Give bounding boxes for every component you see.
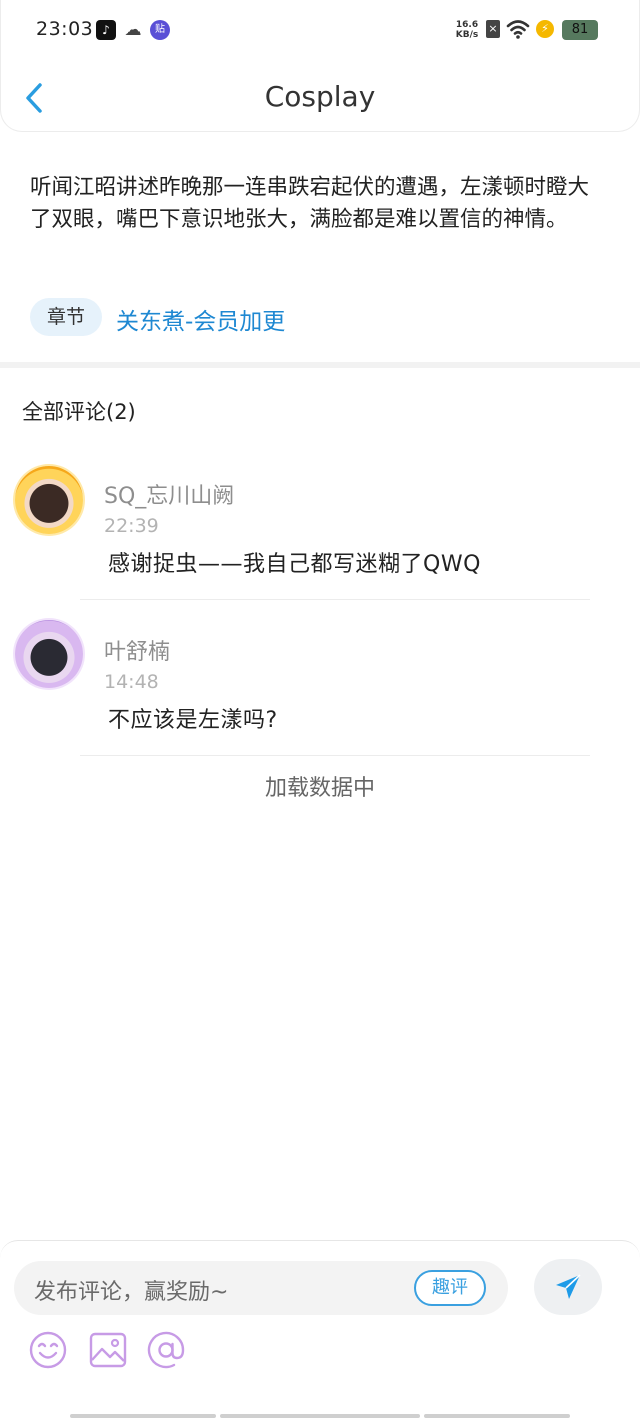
loading-text: 加载数据中 — [264, 776, 375, 801]
status-time: 23:03 — [36, 18, 94, 40]
net-speed-unit: KB/s — [455, 30, 479, 40]
nav-indicator — [70, 1414, 216, 1418]
comment-username[interactable]: SQ_忘川山阙 — [104, 478, 234, 510]
sim-icon: × — [486, 20, 500, 38]
comment-input-placeholder[interactable]: 发布评论，赢奖励~ — [34, 1274, 228, 1306]
battery-icon: 81 — [562, 20, 598, 40]
wifi-icon — [506, 20, 530, 39]
comment-text: 感谢捉虫——我自己都写迷糊了QWQ — [108, 552, 481, 577]
tieba-icon: 贴 — [150, 20, 170, 40]
send-button[interactable] — [534, 1259, 602, 1315]
chapter-tag: 章节 — [30, 298, 102, 336]
image-icon[interactable] — [88, 1330, 128, 1370]
nav-indicator — [220, 1414, 420, 1418]
charging-icon: ⚡ — [536, 20, 554, 38]
comment-item[interactable]: SQ_忘川山阙 22:39 感谢捉虫——我自己都写迷糊了QWQ — [0, 458, 640, 608]
comment-time: 14:48 — [104, 671, 159, 693]
comment-username[interactable]: 叶舒楠 — [104, 634, 170, 666]
send-icon — [556, 1274, 581, 1299]
chapter-link[interactable]: 关东煮-会员加更 — [116, 302, 285, 336]
comment-time: 22:39 — [104, 515, 159, 537]
status-bar: 23:03 ♪ ☁ 贴 16.6 KB/s × ⚡ 81 — [0, 0, 640, 60]
comments-heading: 全部评论(2) — [22, 400, 136, 424]
quping-button[interactable]: 趣评 — [414, 1270, 486, 1306]
nav-indicator — [424, 1414, 570, 1418]
emoji-icon[interactable] — [28, 1330, 68, 1370]
mention-icon[interactable] — [146, 1330, 186, 1370]
avatar[interactable] — [15, 466, 83, 534]
wechat-icon: ☁ — [124, 20, 142, 40]
comment-text: 不应该是左漾吗? — [108, 708, 278, 733]
row-divider — [80, 755, 590, 756]
row-divider — [80, 599, 590, 600]
net-speed-value: 16.6 — [455, 20, 479, 30]
page-title: Cosplay — [264, 80, 376, 113]
comment-item[interactable]: 叶舒楠 14:48 不应该是左漾吗? — [0, 614, 640, 764]
comment-page: 23:03 ♪ ☁ 贴 16.6 KB/s × ⚡ 81 Cosplay 听闻江… — [0, 0, 640, 1422]
quoted-passage: 听闻江昭讲述昨晚那一连串跌宕起伏的遭遇，左漾顿时瞪大了双眼，嘴巴下意识地张大，满… — [30, 175, 590, 232]
net-speed: 16.6 KB/s — [452, 20, 482, 40]
tiktok-icon: ♪ — [96, 20, 116, 40]
avatar[interactable] — [15, 620, 83, 688]
section-divider — [0, 362, 640, 368]
